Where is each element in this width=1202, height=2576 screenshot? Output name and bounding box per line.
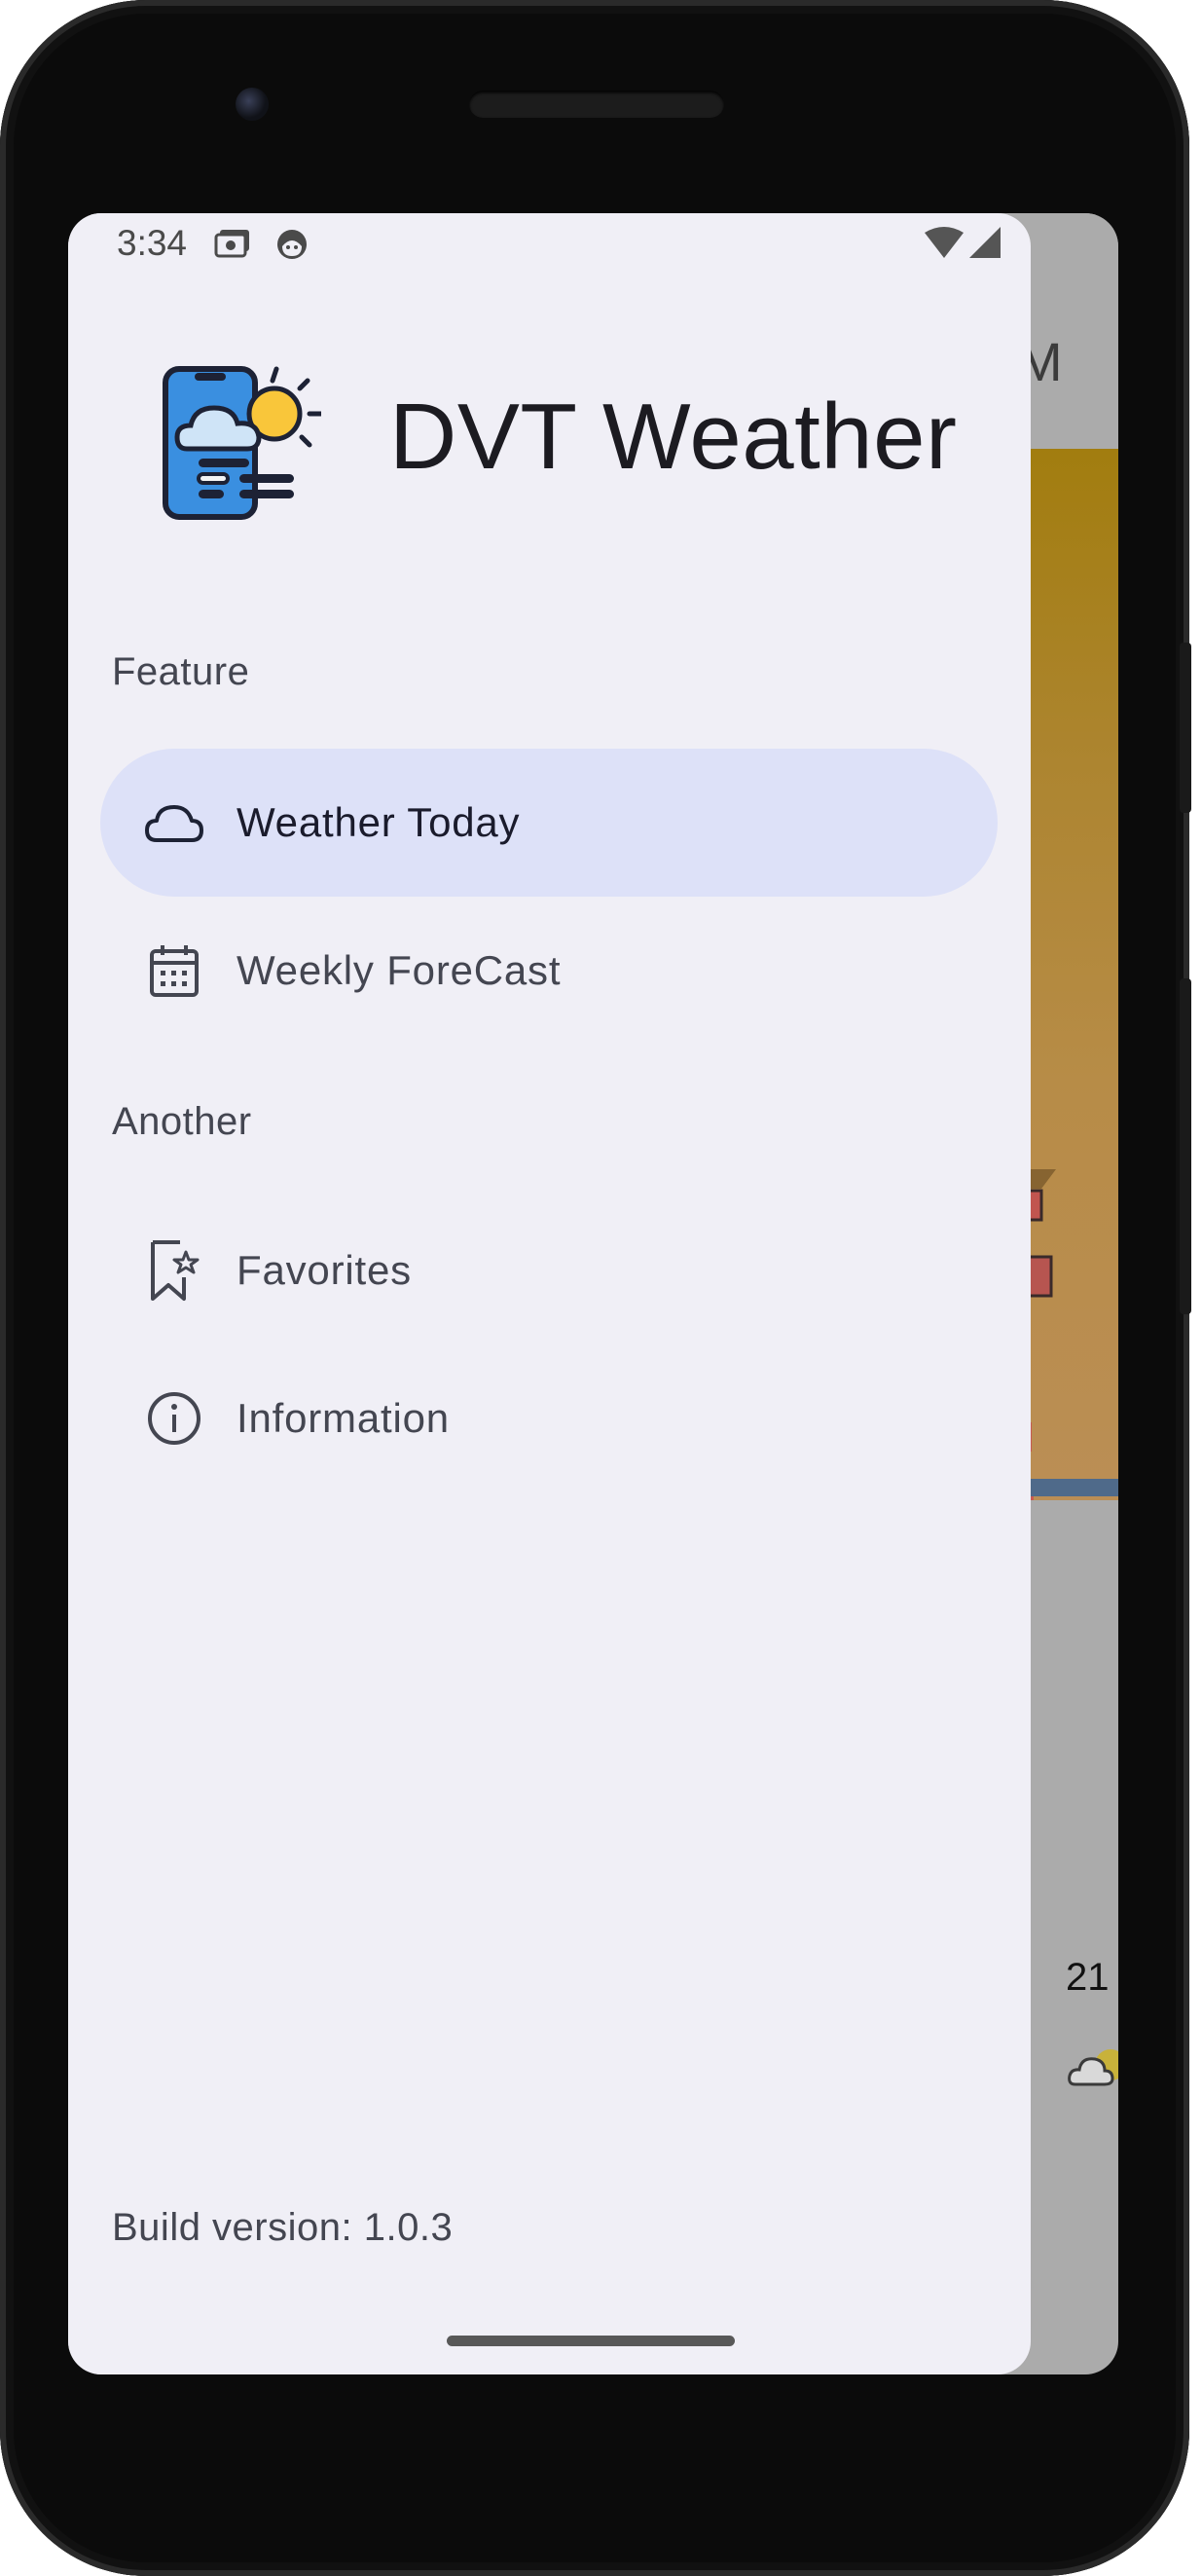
earpiece-speaker [469, 91, 724, 118]
status-time: 3:34 [117, 223, 188, 263]
nav-item-favorites[interactable]: Favorites [100, 1196, 998, 1344]
nav-item-weather-today[interactable]: Weather Today [100, 749, 998, 897]
nav-label-information: Information [237, 1395, 450, 1441]
nav-label-weather-today: Weather Today [237, 799, 521, 845]
face-icon [274, 227, 310, 267]
background-temperature-fragment: 21 [1066, 1956, 1110, 1999]
calendar-icon [141, 938, 207, 1004]
power-button [1180, 643, 1191, 813]
nav-label-favorites: Favorites [237, 1247, 412, 1293]
wifi-icon [925, 227, 964, 265]
info-icon [141, 1385, 207, 1452]
volume-button [1180, 978, 1191, 1314]
cloud-icon [141, 790, 207, 856]
phone-frame: M 21 3:34 DVT Weather Feature Weather To… [0, 0, 1191, 2576]
navigation-drawer: 3:34 DVT Weather Feature Weather Today W… [68, 213, 1031, 2374]
screen: M 21 3:34 DVT Weather Feature Weather To… [68, 213, 1118, 2374]
gesture-navigation-bar[interactable] [447, 2336, 735, 2346]
nav-label-weekly-forecast: Weekly ForeCast [237, 947, 562, 993]
nav-item-information[interactable]: Information [100, 1344, 998, 1492]
build-version: Build version: 1.0.3 [112, 2206, 454, 2249]
app-title: DVT Weather [389, 385, 958, 489]
phone-weather-logo-icon [156, 359, 324, 530]
section-title-feature: Feature [112, 650, 250, 693]
photo-card-icon [214, 227, 253, 265]
bookmark-star-icon [141, 1237, 207, 1304]
cell-signal-icon [967, 225, 1002, 265]
front-camera [236, 88, 269, 121]
status-bar: 3:34 [68, 213, 1031, 291]
nav-item-weekly-forecast[interactable]: Weekly ForeCast [100, 897, 998, 1045]
section-title-another: Another [112, 1100, 252, 1143]
background-weather-icon [1066, 2043, 1118, 2097]
